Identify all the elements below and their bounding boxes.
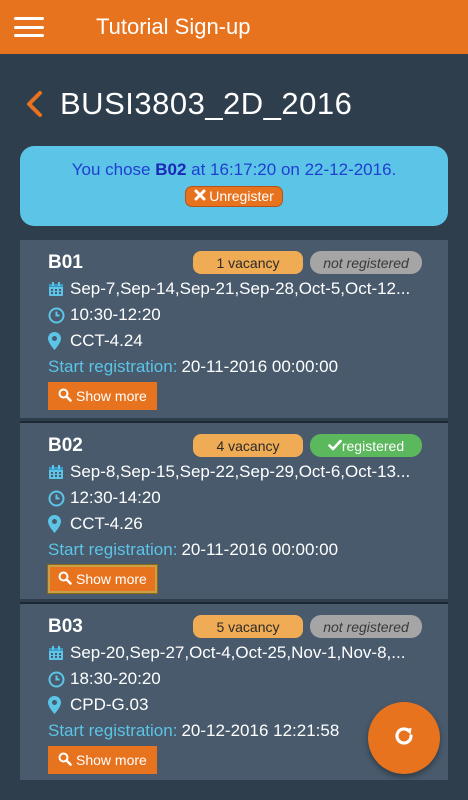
session-dates: Sep-8,Sep-15,Sep-22,Sep-29,Oct-6,Oct-13.… xyxy=(70,462,411,481)
status-badge: registered xyxy=(310,434,422,457)
calendar-icon xyxy=(48,281,70,297)
registration-banner: You chose B02 at 16:17:20 on 22-12-2016.… xyxy=(20,146,448,226)
start-registration-label: Start registration: xyxy=(48,721,178,740)
show-more-label: Show more xyxy=(76,388,147,404)
start-registration-label: Start registration: xyxy=(48,357,178,376)
show-more-button[interactable]: Show more xyxy=(48,746,157,774)
app-title: Tutorial Sign-up xyxy=(96,14,251,39)
show-more-button[interactable]: Show more xyxy=(48,382,157,410)
vacancy-badge: 5 vacancy xyxy=(193,615,303,638)
search-icon xyxy=(58,571,72,588)
session-location: CCT-4.24 xyxy=(70,331,143,350)
refresh-icon xyxy=(392,724,416,753)
registration-message: You chose B02 at 16:17:20 on 22-12-2016. xyxy=(20,160,448,180)
session-code: B01 xyxy=(48,252,83,273)
session-card-b01: B01 1 vacancy not registered Sep-7,Sep-1… xyxy=(20,240,448,418)
start-registration-label: Start registration: xyxy=(48,540,178,559)
session-card-b02: B02 4 vacancy registered Sep-8,Sep-15,Se… xyxy=(20,421,448,599)
session-dates: Sep-20,Sep-27,Oct-4,Oct-25,Nov-1,Nov-8,.… xyxy=(70,643,406,662)
session-location: CPD-G.03 xyxy=(70,695,149,714)
chosen-session-code: B02 xyxy=(155,160,187,179)
show-more-button[interactable]: Show more xyxy=(48,565,157,593)
page-header: BUSI3803_2D_2016 xyxy=(0,84,468,124)
refresh-button[interactable] xyxy=(368,702,440,774)
status-label: registered xyxy=(341,437,405,454)
session-code: B02 xyxy=(48,435,83,456)
session-dates: Sep-7,Sep-14,Sep-21,Sep-28,Oct-5,Oct-12.… xyxy=(70,279,411,298)
session-time: 18:30-20:20 xyxy=(70,669,161,688)
search-icon xyxy=(58,752,72,769)
app-bar: Tutorial Sign-up xyxy=(0,0,468,54)
session-location: CCT-4.26 xyxy=(70,514,143,533)
message-suffix: at 16:17:20 on 22-12-2016. xyxy=(186,160,397,179)
chevron-left-icon[interactable] xyxy=(24,89,46,119)
calendar-icon xyxy=(48,645,70,661)
clock-icon xyxy=(48,307,70,324)
times-icon xyxy=(194,188,206,204)
map-marker-icon xyxy=(48,332,70,350)
message-prefix: You chose xyxy=(71,160,156,179)
calendar-icon xyxy=(48,464,70,480)
clock-icon xyxy=(48,490,70,507)
vacancy-badge: 4 vacancy xyxy=(193,434,303,457)
vacancy-badge: 1 vacancy xyxy=(193,251,303,274)
start-registration-value: 20-11-2016 00:00:00 xyxy=(181,540,339,559)
map-marker-icon xyxy=(48,696,70,714)
unregister-button[interactable]: Unregister xyxy=(185,186,283,207)
page-title: BUSI3803_2D_2016 xyxy=(60,86,353,121)
session-time: 12:30-14:20 xyxy=(70,488,161,507)
status-badge: not registered xyxy=(310,615,422,638)
session-list: B01 1 vacancy not registered Sep-7,Sep-1… xyxy=(20,240,448,783)
check-icon xyxy=(328,438,342,454)
clock-icon xyxy=(48,671,70,688)
status-badge: not registered xyxy=(310,251,422,274)
show-more-label: Show more xyxy=(76,571,147,587)
search-icon xyxy=(58,388,72,405)
start-registration-value: 20-11-2016 00:00:00 xyxy=(181,357,339,376)
hamburger-menu-icon[interactable] xyxy=(14,17,44,37)
unregister-label: Unregister xyxy=(209,188,274,204)
session-code: B03 xyxy=(48,616,83,637)
map-marker-icon xyxy=(48,515,70,533)
start-registration-value: 20-12-2016 12:21:58 xyxy=(181,721,340,740)
show-more-label: Show more xyxy=(76,752,147,768)
session-time: 10:30-12:20 xyxy=(70,305,161,324)
